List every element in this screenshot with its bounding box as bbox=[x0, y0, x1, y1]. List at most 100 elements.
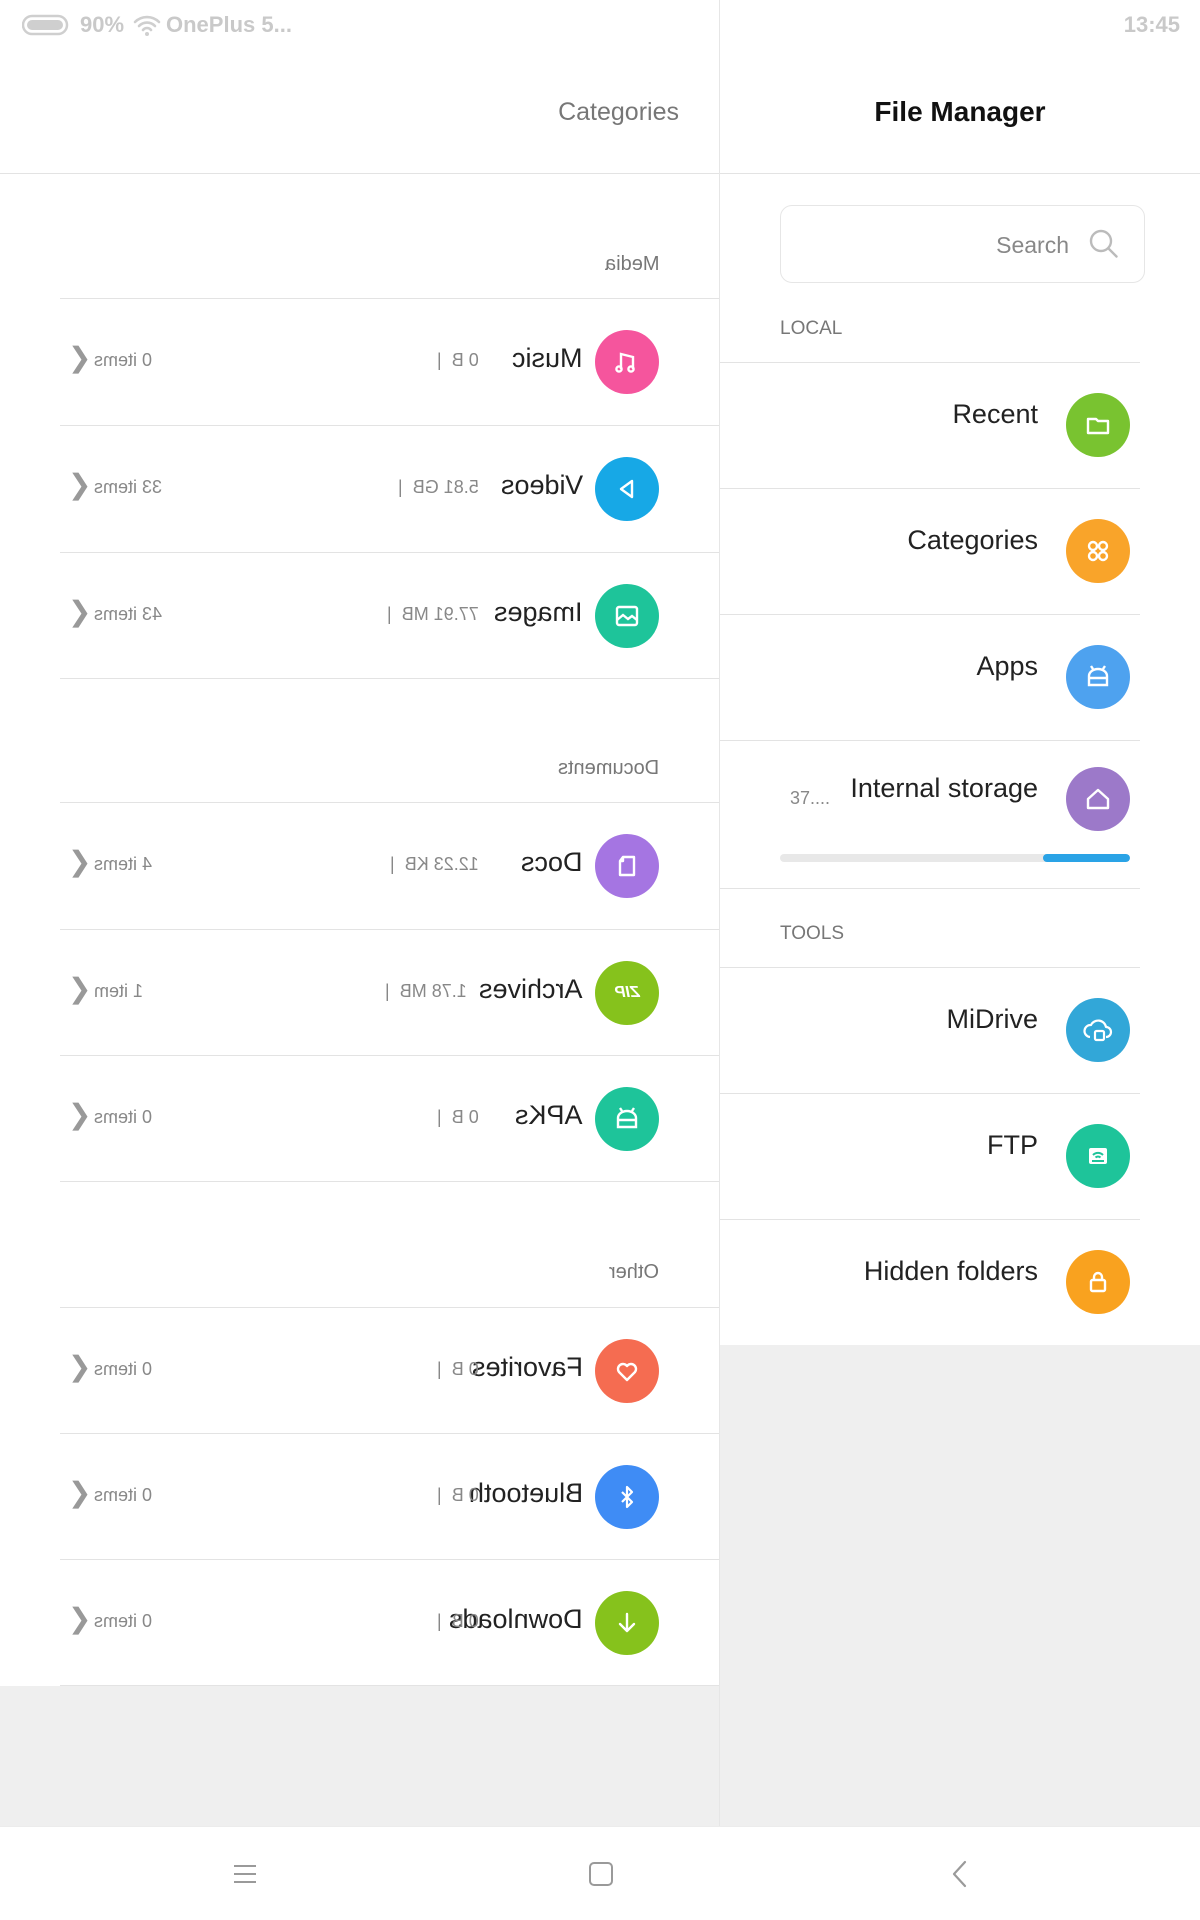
clock: 13:45 bbox=[1123, 12, 1180, 37]
nav-item-hidden-folders[interactable]: Hidden folders bbox=[720, 1219, 1140, 1345]
category-size: 1.78 MB | bbox=[385, 981, 467, 1001]
category-name: Music bbox=[512, 343, 583, 373]
categories-title: Categories bbox=[558, 98, 679, 126]
category-size: 12.23 KB | bbox=[390, 854, 479, 874]
nav-item-label: FTP bbox=[987, 1130, 1038, 1160]
category-row-videos[interactable]: Videos 5.81 GB | 33 items ❯ bbox=[60, 426, 719, 552]
empty-area bbox=[0, 1686, 719, 1826]
category-row-apks[interactable]: APKs 0 B | 0 items ❯ bbox=[60, 1056, 719, 1182]
category-name: Archives bbox=[479, 974, 583, 1004]
section-label-media: Media bbox=[604, 253, 659, 275]
system-navigation-bar bbox=[0, 1826, 1200, 1920]
chevron-icon: ❯ bbox=[68, 1477, 92, 1508]
chevron-icon: ❯ bbox=[68, 1603, 92, 1634]
category-name: Bluetooth bbox=[468, 1478, 583, 1508]
zip-icon: ZIP bbox=[595, 961, 659, 1025]
category-name: Docs bbox=[521, 847, 583, 877]
nav-item-label: Hidden folders bbox=[863, 1256, 1038, 1286]
nav-item-label: Recent bbox=[952, 399, 1038, 429]
divider bbox=[60, 678, 719, 679]
category-count: 0 items bbox=[94, 1107, 153, 1127]
search-icon bbox=[1086, 226, 1122, 267]
app-header: File Manager bbox=[720, 50, 1200, 174]
chevron-icon: ❯ bbox=[68, 596, 92, 627]
android-icon bbox=[1066, 645, 1130, 709]
divider bbox=[60, 1181, 719, 1182]
storage-usage-fill bbox=[1042, 854, 1130, 862]
image-icon bbox=[595, 584, 659, 648]
music-note-icon bbox=[595, 330, 659, 394]
home-icon bbox=[1066, 767, 1130, 831]
category-name: Favorites bbox=[471, 1352, 583, 1382]
wifi-icon bbox=[132, 13, 162, 42]
bluetooth-icon bbox=[595, 1465, 659, 1529]
android-icon bbox=[595, 1087, 659, 1151]
category-row-downloads[interactable]: Downloads 0 B | 0 items ❯ bbox=[60, 1560, 719, 1686]
chevron-icon: ❯ bbox=[68, 1099, 92, 1130]
menu-icon[interactable] bbox=[225, 1857, 265, 1891]
home-square-icon[interactable] bbox=[581, 1857, 621, 1891]
category-row-bluetooth[interactable]: Bluetooth 0 B | 0 items ❯ bbox=[60, 1434, 719, 1560]
nav-item-recent[interactable]: Recent bbox=[720, 362, 1140, 488]
divider bbox=[720, 888, 1140, 889]
category-size: 0 B | bbox=[437, 1485, 479, 1505]
category-count: 33 items bbox=[94, 477, 163, 497]
navigation-panel: File Manager Search LOCAL Recent Categor… bbox=[720, 0, 1200, 1826]
nav-item-label: Apps bbox=[976, 651, 1038, 681]
heart-icon bbox=[595, 1339, 659, 1403]
ftp-icon bbox=[1066, 1124, 1130, 1188]
section-label-tools: TOOLS bbox=[780, 923, 845, 944]
download-icon bbox=[595, 1591, 659, 1655]
nav-item-label: MiDrive bbox=[946, 1004, 1039, 1034]
app-title: File Manager bbox=[874, 96, 1046, 127]
battery-icon bbox=[21, 14, 70, 41]
document-icon bbox=[595, 834, 659, 898]
category-row-archives[interactable]: ZIP Archives 1.78 MB | 1 item ❯ bbox=[60, 930, 719, 1056]
play-icon bbox=[595, 457, 659, 521]
category-count: 1 item bbox=[94, 981, 144, 1001]
nav-item-label: Categories bbox=[907, 525, 1038, 555]
chevron-icon: ❯ bbox=[68, 469, 92, 500]
category-row-music[interactable]: Music 0 B | 0 items ❯ bbox=[60, 299, 719, 425]
category-row-favorites[interactable]: Favorites 0 B | 0 items ❯ bbox=[60, 1308, 719, 1434]
categories-header: Categories bbox=[0, 50, 719, 174]
category-size: 0 B | bbox=[437, 1107, 479, 1127]
chevron-icon: ❯ bbox=[68, 1351, 92, 1382]
network-name: OnePlus 5... bbox=[166, 12, 292, 37]
category-name: APKs bbox=[515, 1100, 583, 1130]
nav-item-midrive[interactable]: MiDrive bbox=[720, 967, 1140, 1093]
category-count: 0 items bbox=[94, 1359, 153, 1379]
category-count: 0 items bbox=[94, 350, 153, 370]
category-size: 5.81 GB | bbox=[398, 477, 479, 497]
grid-icon bbox=[1066, 519, 1130, 583]
category-count: 0 items bbox=[94, 1611, 153, 1631]
storage-label: Internal storage bbox=[850, 773, 1038, 803]
nav-item-internal-storage[interactable]: 37.... Internal storage bbox=[720, 740, 1140, 888]
nav-item-ftp[interactable]: FTP bbox=[720, 1093, 1140, 1219]
lock-icon bbox=[1066, 1250, 1130, 1314]
cloud-icon bbox=[1066, 998, 1130, 1062]
empty-area bbox=[720, 1345, 1200, 1826]
nav-item-categories[interactable]: Categories bbox=[720, 488, 1140, 614]
category-row-images[interactable]: Images 77.91 MB | 43 items ❯ bbox=[60, 553, 719, 679]
section-label-other: Other bbox=[608, 1261, 659, 1283]
back-icon[interactable] bbox=[940, 1857, 980, 1891]
section-label-documents: Documents bbox=[557, 757, 659, 779]
categories-panel: Categories Media Music 0 B | 0 items ❯ V… bbox=[0, 0, 719, 1826]
folder-icon bbox=[1066, 393, 1130, 457]
chevron-icon: ❯ bbox=[68, 846, 92, 877]
category-size: 0 B | bbox=[437, 1611, 479, 1631]
chevron-icon: ❯ bbox=[68, 973, 92, 1004]
category-count: 0 items bbox=[94, 1485, 153, 1505]
category-count: 43 items bbox=[94, 604, 163, 624]
category-row-docs[interactable]: Docs 12.23 KB | 4 items ❯ bbox=[60, 803, 719, 929]
category-size: 0 B | bbox=[437, 1359, 479, 1379]
battery-percent: 90% bbox=[80, 12, 125, 37]
search-placeholder: Search bbox=[996, 232, 1069, 258]
nav-item-apps[interactable]: Apps bbox=[720, 614, 1140, 740]
search-input[interactable]: Search bbox=[780, 205, 1145, 283]
storage-free-space: 37.... bbox=[790, 788, 831, 808]
chevron-icon: ❯ bbox=[68, 342, 92, 373]
section-label-local: LOCAL bbox=[780, 318, 843, 339]
category-count: 4 items bbox=[94, 854, 153, 874]
